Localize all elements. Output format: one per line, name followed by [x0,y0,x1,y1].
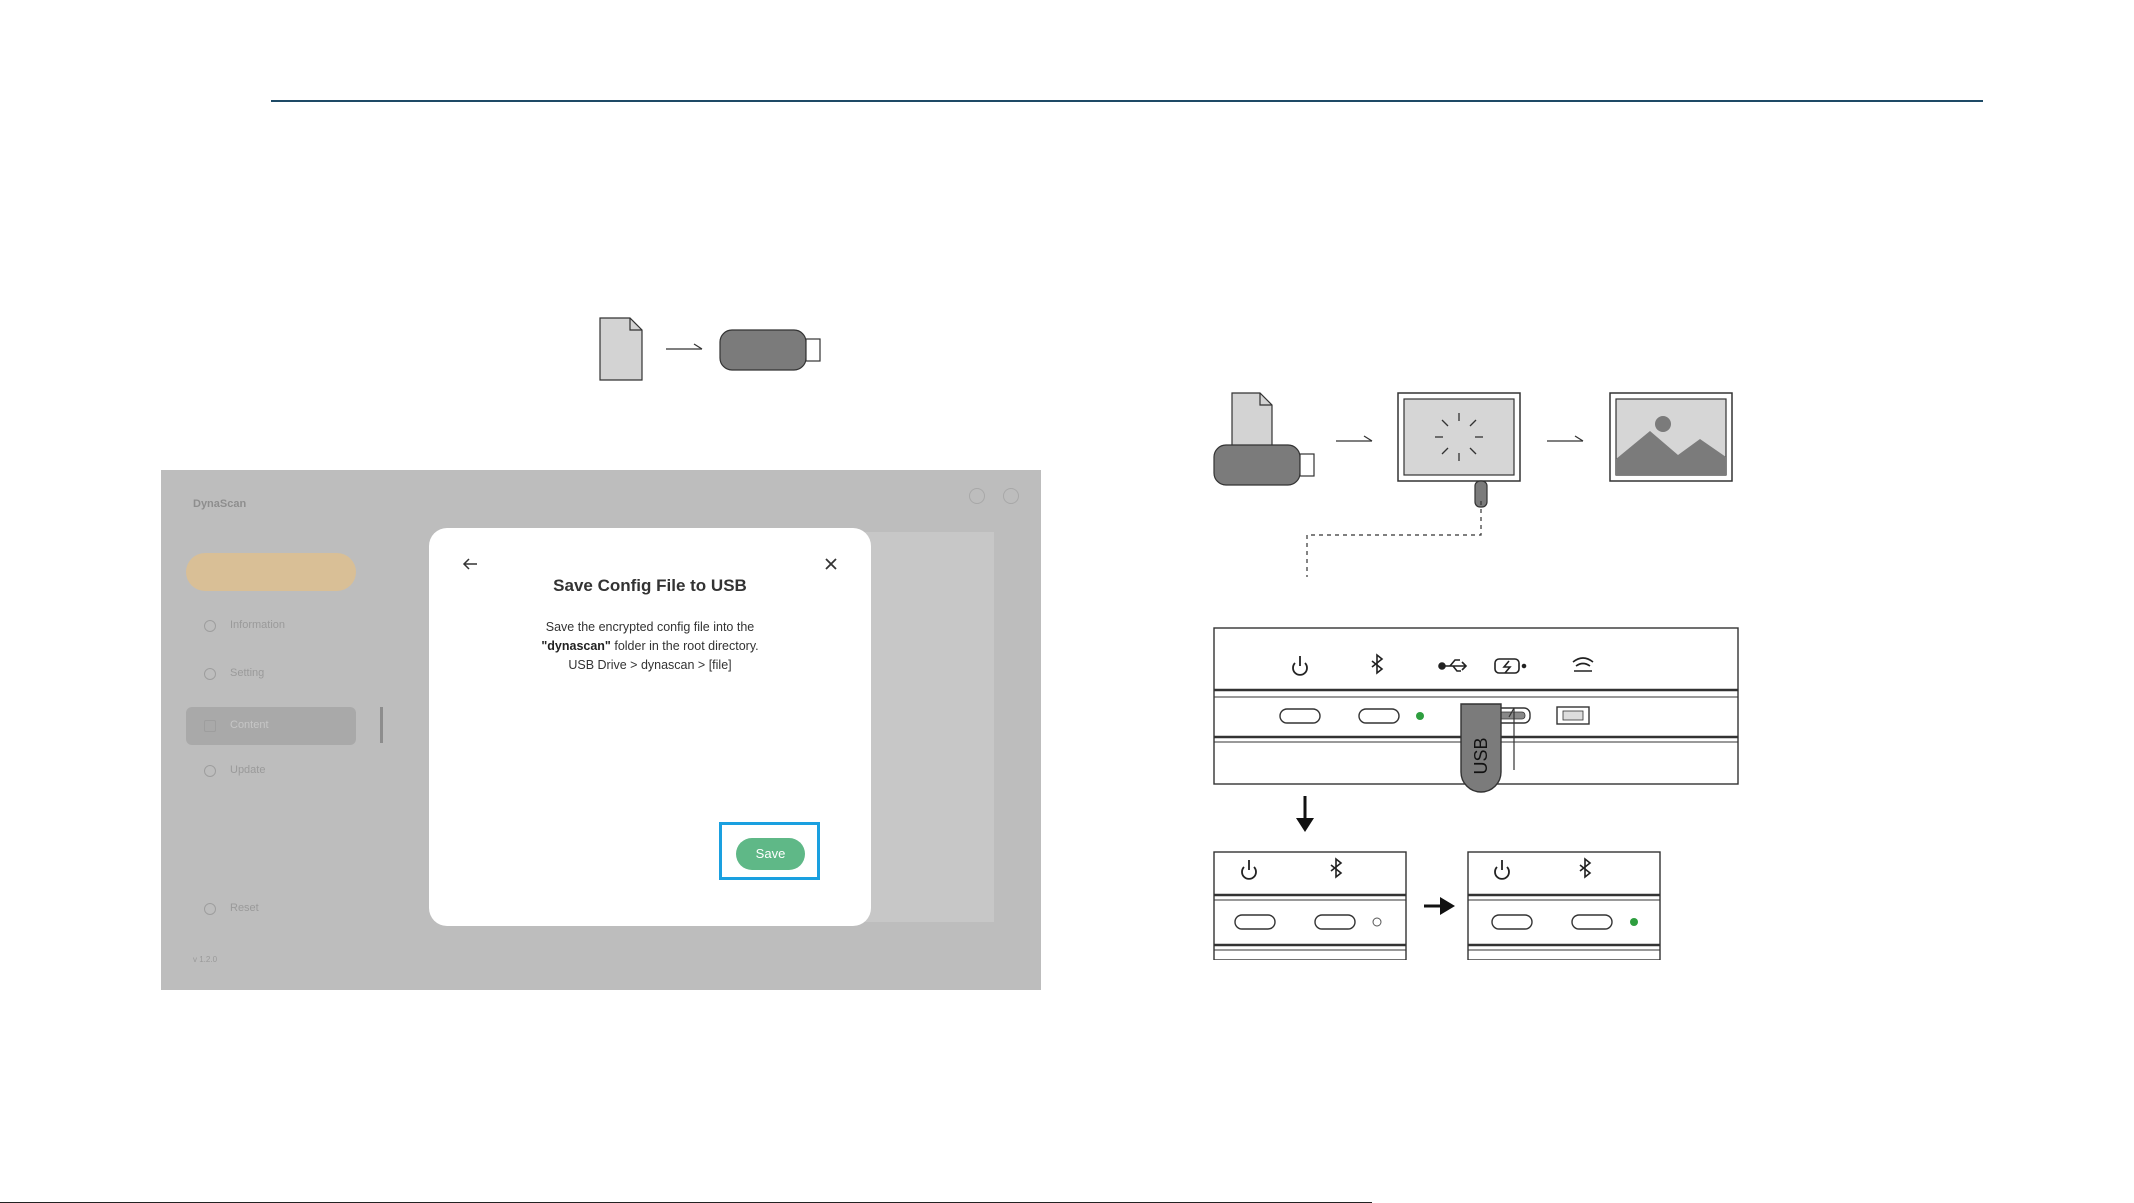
reset-icon [204,903,216,915]
usb-drive-inserted: USB [1460,703,1502,793]
app-version: v 1.2.0 [193,955,218,964]
info-icon [204,620,216,632]
power-button-port [1234,914,1276,930]
bluetooth-button-port [1571,914,1613,930]
arrow-right-icon [1336,435,1373,442]
sidebar-item-update[interactable]: Update [186,752,356,790]
home-icon[interactable] [969,488,985,504]
file-to-usb-illustration [599,317,821,381]
sidebar-scrollbar[interactable] [380,707,383,743]
status-led-off [1372,917,1382,927]
sidebar-item-label: Information [230,619,286,631]
bluetooth-button-port [1314,914,1356,930]
status-led-green [1416,712,1424,720]
sidebar-item-label: Content [230,719,269,731]
display-loading-icon [1397,392,1521,508]
save-button-highlight: Save [719,822,820,880]
desc-line-2: folder in the root directory. [610,639,759,653]
bluetooth-button-port [1358,708,1400,724]
arrow-right-icon [666,343,703,350]
usb-drive-icon [719,329,821,371]
back-arrow-icon[interactable] [461,554,481,574]
app-screenshot: DynaScan Information Setting Content Upd… [161,470,1041,990]
save-config-modal: Save Config File to USB Save the encrypt… [429,528,871,926]
sidebar-item-content[interactable]: Content [186,707,356,745]
menu-icon[interactable] [1003,488,1019,504]
content-icon [204,720,216,732]
power-button-port [1491,914,1533,930]
close-icon[interactable] [821,554,841,574]
top-rule [271,100,1983,102]
reset-label: Reset [230,902,259,914]
power-button-port [1279,708,1321,724]
usb-playback-flow-diagram [1213,392,1733,577]
usb-drive-icon [1213,444,1315,486]
modal-title: Save Config File to USB [553,576,747,595]
usb-drive-label: USB [1471,737,1491,774]
save-button[interactable]: Save [736,838,805,870]
desc-path: USB Drive > dynascan > [file] [568,658,732,672]
desc-line-1: Save the encrypted config file into the [545,620,755,634]
sidebar-item-label: Update [230,764,266,776]
sidebar-item-setting[interactable]: Setting [186,655,356,693]
dashed-connector-line [1306,501,1482,577]
arrow-right-icon [1424,897,1455,915]
arrow-down-icon [1296,796,1314,832]
device-port-diagram: USB [1213,627,1739,960]
sidebar-item-label: Setting [230,667,265,679]
status-led-green [1630,918,1638,926]
modal-description: Save the encrypted config file into the … [489,618,811,675]
nav-primary-button[interactable] [186,553,356,591]
desc-folder-name: "dynascan" [541,639,611,653]
app-brand: DynaScan [193,498,247,510]
gear-icon [204,668,216,680]
arrow-right-icon [1547,435,1584,442]
image-display-icon [1609,392,1733,482]
sidebar-item-information[interactable]: Information [186,607,356,645]
update-icon [204,765,216,777]
reset-button[interactable]: Reset [186,890,356,928]
file-icon [599,317,643,381]
